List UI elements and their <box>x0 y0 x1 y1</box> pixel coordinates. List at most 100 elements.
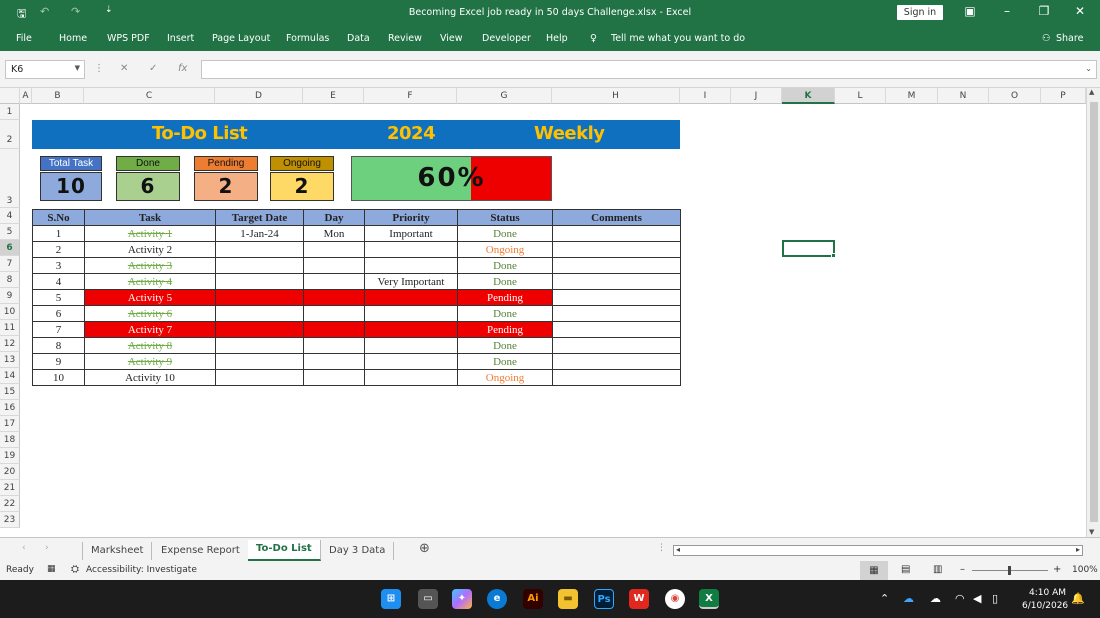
row-header-6[interactable]: 6 <box>0 240 20 256</box>
sheet-tab-marksheet[interactable]: Marksheet <box>82 542 153 560</box>
row-header-21[interactable]: 21 <box>0 480 20 496</box>
cell-day[interactable] <box>303 241 365 258</box>
row-header-15[interactable]: 15 <box>0 384 20 400</box>
sheet-tab-expense-report[interactable]: Expense Report <box>153 542 249 560</box>
share-user-icon[interactable]: ⚇ <box>1042 33 1051 44</box>
zoom-level[interactable]: 100% <box>1072 565 1098 575</box>
row-header-13[interactable]: 13 <box>0 352 20 368</box>
excel-taskbar-icon[interactable]: X <box>699 589 719 609</box>
row-header-2[interactable]: 2 <box>0 120 20 149</box>
formula-input[interactable]: ⌄ <box>201 60 1097 79</box>
scroll-down-icon[interactable]: ▼ <box>1089 528 1094 536</box>
notification-bell-icon[interactable]: 🔔 <box>1071 592 1085 605</box>
cell-priority[interactable] <box>364 369 458 386</box>
row-header-17[interactable]: 17 <box>0 416 20 432</box>
header-day[interactable]: Day <box>303 209 365 226</box>
row-header-8[interactable]: 8 <box>0 272 20 288</box>
macro-record-icon[interactable]: ▦ <box>47 564 56 574</box>
cell-status[interactable]: Done <box>457 225 553 242</box>
cell-task[interactable]: Activity 7 <box>84 321 216 338</box>
cell-status[interactable]: Done <box>457 257 553 274</box>
row-header-14[interactable]: 14 <box>0 368 20 384</box>
zoom-in-icon[interactable]: + <box>1053 564 1061 575</box>
row-header-19[interactable]: 19 <box>0 448 20 464</box>
todo-banner[interactable]: To-Do List 2024 Weekly <box>32 120 680 149</box>
cell-priority[interactable] <box>364 337 458 354</box>
done-value[interactable]: 6 <box>116 172 180 201</box>
pending-label[interactable]: Pending <box>194 156 258 171</box>
column-header-p[interactable]: P <box>1041 88 1086 104</box>
column-header-i[interactable]: I <box>680 88 731 104</box>
cell-sno[interactable]: 8 <box>32 337 85 354</box>
progress-bar[interactable]: 60% <box>351 156 552 201</box>
file-explorer-icon[interactable]: ▬ <box>558 589 578 609</box>
add-sheet-icon[interactable]: ⊕ <box>419 541 430 556</box>
row-header-7[interactable]: 7 <box>0 256 20 272</box>
cell-status[interactable]: Ongoing <box>457 369 553 386</box>
cell-status[interactable]: Pending <box>457 289 553 306</box>
cell-comments[interactable] <box>552 337 681 354</box>
row-header-10[interactable]: 10 <box>0 304 20 320</box>
task-view-icon[interactable]: ▭ <box>418 589 438 609</box>
todo-table[interactable]: S.No Task Target Date Day Priority Statu… <box>32 209 681 386</box>
tab-formulas[interactable]: Formulas <box>286 33 329 44</box>
tab-view[interactable]: View <box>440 33 463 44</box>
name-box[interactable]: K6 ▼ <box>5 60 85 79</box>
header-priority[interactable]: Priority <box>364 209 458 226</box>
cell-sno[interactable]: 10 <box>32 369 85 386</box>
chevron-down-icon[interactable]: ▼ <box>75 64 80 72</box>
fill-handle[interactable] <box>831 253 836 258</box>
cell-comments[interactable] <box>552 353 681 370</box>
cell-day[interactable] <box>303 321 365 338</box>
column-header-n[interactable]: N <box>938 88 989 104</box>
wps-office-icon[interactable]: W <box>629 589 649 609</box>
row-header-1[interactable]: 1 <box>0 104 20 120</box>
cell-sno[interactable]: 2 <box>32 241 85 258</box>
cell-day[interactable] <box>303 353 365 370</box>
row-header-4[interactable]: 4 <box>0 208 20 224</box>
accessibility-icon[interactable]: ⛭ <box>71 564 79 575</box>
page-break-view-icon[interactable]: ▥ <box>933 564 942 575</box>
cell-priority[interactable] <box>364 353 458 370</box>
wifi-icon[interactable]: ◠ <box>955 592 965 605</box>
column-header-c[interactable]: C <box>84 88 215 104</box>
cell-status[interactable]: Done <box>457 337 553 354</box>
row-header-20[interactable]: 20 <box>0 464 20 480</box>
close-icon[interactable]: ✕ <box>1070 4 1090 18</box>
column-header-f[interactable]: F <box>364 88 457 104</box>
photoshop-icon[interactable]: Ps <box>594 589 614 609</box>
restore-icon[interactable]: ❐ <box>1034 4 1054 18</box>
cell-task[interactable]: Activity 9 <box>84 353 216 370</box>
header-target-date[interactable]: Target Date <box>215 209 304 226</box>
cell-comments[interactable] <box>552 225 681 242</box>
column-header-l[interactable]: L <box>835 88 886 104</box>
column-header-o[interactable]: O <box>989 88 1041 104</box>
cell-target-date[interactable] <box>215 369 304 386</box>
show-hidden-icons-icon[interactable]: ⌃ <box>880 592 889 605</box>
cell-priority[interactable] <box>364 241 458 258</box>
insert-function-icon[interactable]: fx <box>178 63 187 74</box>
horizontal-scrollbar[interactable]: ◂ ▸ <box>673 545 1083 556</box>
zoom-out-icon[interactable]: – <box>960 564 965 575</box>
tab-review[interactable]: Review <box>388 33 422 44</box>
cell-task[interactable]: Activity 4 <box>84 273 216 290</box>
scroll-left-icon[interactable]: ◂ <box>676 545 680 554</box>
cell-comments[interactable] <box>552 305 681 322</box>
weather-cloud-icon[interactable]: ☁ <box>930 592 941 605</box>
cell-target-date[interactable]: 1-Jan-24 <box>215 225 304 242</box>
column-header-k[interactable]: K <box>782 88 835 104</box>
done-label[interactable]: Done <box>116 156 180 171</box>
cell-sno[interactable]: 6 <box>32 305 85 322</box>
cell-task[interactable]: Activity 3 <box>84 257 216 274</box>
column-header-g[interactable]: G <box>457 88 552 104</box>
cell-task[interactable]: Activity 1 <box>84 225 216 242</box>
header-sno[interactable]: S.No <box>32 209 85 226</box>
column-header-d[interactable]: D <box>215 88 303 104</box>
row-header-11[interactable]: 11 <box>0 320 20 336</box>
next-sheet-icon[interactable]: › <box>45 543 49 553</box>
row-header-18[interactable]: 18 <box>0 432 20 448</box>
tab-page-layout[interactable]: Page Layout <box>212 33 270 44</box>
scroll-up-icon[interactable]: ▲ <box>1089 88 1094 96</box>
cell-sno[interactable]: 9 <box>32 353 85 370</box>
edge-icon[interactable]: e <box>487 589 507 609</box>
